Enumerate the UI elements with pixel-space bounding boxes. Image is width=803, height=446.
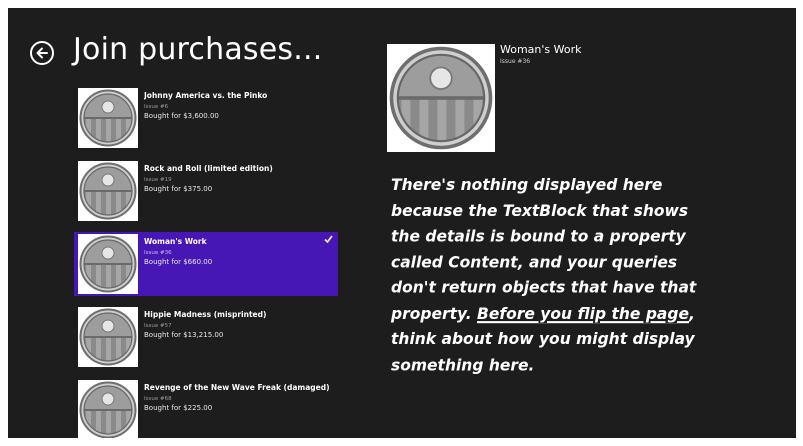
comic-cover-image xyxy=(79,235,137,293)
item-price: Bought for $660.00 xyxy=(144,258,213,266)
annotation-line: There's nothing displayed here xyxy=(391,175,663,195)
item-title: Rock and Roll (limited edition) xyxy=(144,164,273,173)
back-arrow-icon xyxy=(36,47,48,59)
comic-thumbnail xyxy=(78,161,138,221)
item-issue: Issue #57 xyxy=(144,323,172,329)
item-title: Revenge of the New Wave Freak (damaged) xyxy=(144,383,330,392)
annotation-text: , xyxy=(689,303,695,323)
annotation-line: something here. xyxy=(391,355,535,375)
comic-thumbnail xyxy=(78,88,138,148)
comic-thumbnail xyxy=(78,380,138,438)
item-price: Bought for $225.00 xyxy=(144,404,213,412)
item-issue: Issue #36 xyxy=(144,250,172,256)
list-item[interactable]: Hippie Madness (misprinted) Issue #57 Bo… xyxy=(74,305,338,369)
comic-thumbnail xyxy=(78,234,138,294)
handwritten-annotation: There's nothing displayed here because t… xyxy=(391,172,751,378)
detail-title: Woman's Work xyxy=(500,43,582,56)
list-item[interactable]: Johnny America vs. the Pinko Issue #6 Bo… xyxy=(74,86,338,150)
item-title: Woman's Work xyxy=(144,237,207,246)
annotation-line: the details is bound to a property xyxy=(391,226,686,246)
item-price: Bought for $375.00 xyxy=(144,185,213,193)
back-button[interactable] xyxy=(30,41,54,65)
detail-thumbnail xyxy=(387,44,495,152)
app-window: Join purchases... Johnny America vs. the… xyxy=(8,8,796,438)
detail-issue: Issue #36 xyxy=(500,58,531,65)
comic-cover-image xyxy=(79,89,137,147)
list-item-selected[interactable]: Woman's Work Issue #36 Bought for $660.0… xyxy=(74,232,338,296)
annotation-line: because the TextBlock that shows xyxy=(391,200,689,220)
page-title: Join purchases... xyxy=(73,32,323,67)
item-issue: Issue #6 xyxy=(144,104,169,110)
comic-cover-image xyxy=(79,381,137,438)
item-price: Bought for $13,215.00 xyxy=(144,331,224,339)
annotation-line: called Content, and your queries xyxy=(391,252,678,272)
checkmark-icon xyxy=(324,235,333,243)
comic-cover-image xyxy=(389,46,493,150)
annotation-text: property. xyxy=(391,303,478,323)
annotation-underlined-text: Before you flip the page xyxy=(477,303,689,323)
list-item[interactable]: Revenge of the New Wave Freak (damaged) … xyxy=(74,378,338,438)
annotation-line: think about how you might display xyxy=(391,329,695,349)
annotation-line: don't return objects that have that xyxy=(391,278,697,297)
item-issue: Issue #68 xyxy=(144,396,172,402)
comic-cover-image xyxy=(79,162,137,220)
list-item[interactable]: Rock and Roll (limited edition) Issue #1… xyxy=(74,159,338,223)
annotation-line: property. Before you flip the page, xyxy=(391,301,751,327)
item-price: Bought for $3,600.00 xyxy=(144,112,219,120)
item-title: Hippie Madness (misprinted) xyxy=(144,310,267,319)
item-issue: Issue #19 xyxy=(144,177,172,183)
comic-thumbnail xyxy=(78,307,138,367)
item-title: Johnny America vs. the Pinko xyxy=(144,91,268,100)
comic-cover-image xyxy=(79,308,137,366)
